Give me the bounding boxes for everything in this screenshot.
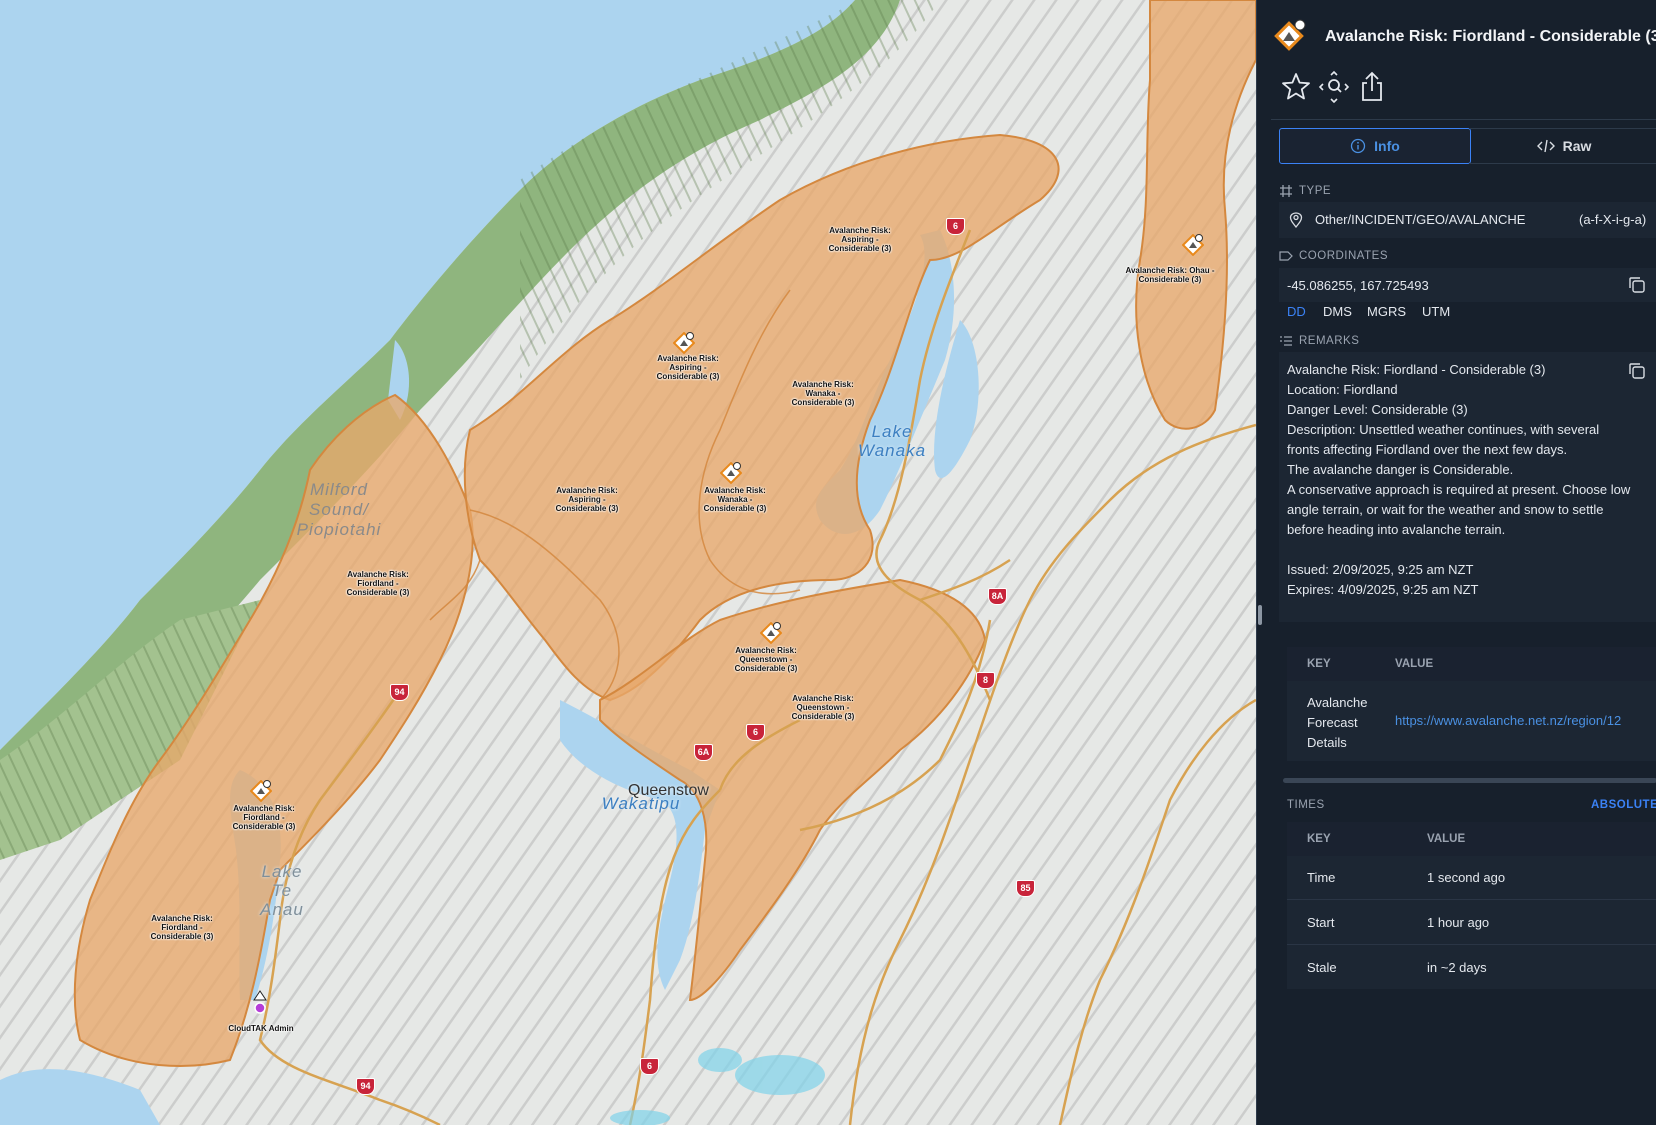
remark-line: Expires: 4/09/2025, 9:25 am NZT <box>1287 582 1479 597</box>
map-town-label: Queenstow <box>628 782 709 799</box>
panel-tabs: Info Raw <box>1279 128 1656 164</box>
region-label[interactable]: Avalanche Risk: Aspiring - Considerable … <box>547 486 627 513</box>
coordinates-field[interactable]: -45.086255, 167.725493 <box>1279 268 1656 302</box>
remarks-box: Avalanche Risk: Fiordland - Considerable… <box>1279 352 1656 622</box>
highway-shield: 8 <box>976 672 995 689</box>
map-base <box>0 0 1256 1125</box>
remark-line: before heading into avalanche terrain. <box>1287 522 1506 537</box>
row-divider <box>1287 899 1656 900</box>
user-location-icon[interactable] <box>252 990 268 1016</box>
remark-line: The avalanche danger is Considerable. <box>1287 462 1514 477</box>
highway-shield: 6 <box>746 724 765 741</box>
remark-line: Issued: 2/09/2025, 9:25 am NZT <box>1287 562 1474 577</box>
avalanche-marker-icon[interactable] <box>250 780 272 802</box>
feature-details-panel: Avalanche Risk: Fiordland - Considerable… <box>1256 0 1656 1125</box>
time-value: 1 second ago <box>1427 870 1506 885</box>
time-key: Time <box>1307 870 1336 885</box>
hash-icon <box>1280 185 1292 197</box>
remark-line: Avalanche Risk: Fiordland - Considerable… <box>1287 362 1546 377</box>
format-mgrs[interactable]: MGRS <box>1367 304 1406 319</box>
time-key: Stale <box>1307 960 1337 975</box>
code-icon <box>1536 139 1555 153</box>
region-label[interactable]: Avalanche Risk: Queenstown - Considerabl… <box>726 646 806 673</box>
remark-line: Danger Level: Considerable (3) <box>1287 402 1468 417</box>
details-table-header: KEY VALUE <box>1287 647 1656 681</box>
copy-icon[interactable] <box>1627 361 1647 381</box>
copy-icon[interactable] <box>1627 275 1647 295</box>
row-divider <box>1287 944 1656 945</box>
format-dms[interactable]: DMS <box>1323 304 1352 319</box>
region-label[interactable]: Avalanche Risk: Fiordland - Considerable… <box>224 804 304 831</box>
avalanche-marker-icon[interactable] <box>673 332 695 354</box>
avalanche-type-icon <box>1274 19 1306 51</box>
horizontal-scrollbar[interactable] <box>1283 778 1656 783</box>
avalanche-marker-icon[interactable] <box>760 622 782 644</box>
region-label[interactable]: Avalanche Risk: Fiordland - Considerable… <box>142 914 222 941</box>
type-value: Other/INCIDENT/GEO/AVALANCHE <box>1315 212 1526 227</box>
time-key: Start <box>1307 915 1335 930</box>
tab-raw[interactable]: Raw <box>1469 128 1656 164</box>
remark-line: fronts affecting Fiordland over the next… <box>1287 442 1568 457</box>
region-label[interactable]: Avalanche Risk: Wanaka - Considerable (3… <box>695 486 775 513</box>
region-label[interactable]: Avalanche Risk: Fiordland - Considerable… <box>338 570 418 597</box>
remark-line: A conservative approach is required at p… <box>1287 482 1631 497</box>
highway-shield: 6 <box>640 1058 659 1075</box>
panel-header: Avalanche Risk: Fiordland - Considerable… <box>1271 18 1656 58</box>
region-label[interactable]: Avalanche Risk: Ohau - Considerable (3) <box>1124 266 1216 284</box>
times-table-header: KEY VALUE <box>1287 822 1656 856</box>
format-utm[interactable]: UTM <box>1422 304 1450 319</box>
type-code: (a-f-X-i-g-a) <box>1579 212 1647 227</box>
details-table: KEY VALUE Avalanche Forecast Details htt… <box>1287 647 1656 761</box>
type-section-label: TYPE <box>1279 184 1331 198</box>
highway-shield: 94 <box>390 684 409 701</box>
highway-shield: 6A <box>694 744 713 761</box>
details-key: Avalanche Forecast Details <box>1307 695 1368 750</box>
coordinates-value: -45.086255, 167.725493 <box>1287 278 1429 293</box>
highway-shield: 8A <box>988 588 1007 605</box>
region-label[interactable]: Avalanche Risk: Aspiring - Considerable … <box>648 354 728 381</box>
avalanche-marker-icon[interactable] <box>720 462 742 484</box>
region-label[interactable]: Avalanche Risk: Wanaka - Considerable (3… <box>783 380 863 407</box>
panel-title: Avalanche Risk: Fiordland - Considerable… <box>1325 28 1656 45</box>
highway-shield: 85 <box>1016 880 1035 897</box>
region-label[interactable]: Avalanche Risk: Queenstown - Considerabl… <box>783 694 863 721</box>
share-icon[interactable] <box>1355 70 1389 104</box>
map-terrain-label: Milford Sound/ Piopiotahi <box>296 480 382 539</box>
user-marker-label: CloudTAK Admin <box>228 1024 294 1033</box>
remark-line: Location: Fiordland <box>1287 382 1398 397</box>
highway-shield: 6 <box>946 218 965 235</box>
times-mode-toggle[interactable]: ABSOLUTE <box>1591 799 1656 811</box>
map-water-label: Lake Te Anau <box>260 862 304 919</box>
type-field: Other/INCIDENT/GEO/AVALANCHE (a-f-X-i-g-… <box>1279 202 1656 238</box>
remark-line: angle terrain, or wait for the weather a… <box>1287 502 1604 517</box>
highway-shield: 94 <box>356 1078 375 1095</box>
region-label[interactable]: Avalanche Risk: Aspiring - Considerable … <box>820 226 900 253</box>
remarks-section-label: REMARKS <box>1279 335 1359 347</box>
tab-info-label: Info <box>1374 138 1400 154</box>
list-icon <box>1280 336 1292 346</box>
times-section-label: TIMES <box>1287 799 1325 811</box>
avalanche-marker-icon[interactable] <box>1182 234 1204 256</box>
tab-info[interactable]: Info <box>1279 128 1471 164</box>
map-canvas[interactable]: Lake Wanaka Wakatipu Lake Te Anau Milfor… <box>0 0 1256 1125</box>
coordinates-section-label: COORDINATES <box>1279 250 1388 262</box>
location-pin-icon <box>1289 212 1303 228</box>
remark-line: Description: Unsettled weather continues… <box>1287 422 1600 437</box>
panel-resize-handle[interactable] <box>1258 605 1262 625</box>
tag-icon <box>1279 251 1293 261</box>
star-icon[interactable] <box>1279 70 1313 104</box>
times-table: KEY VALUE Time 1 second ago Start 1 hour… <box>1287 822 1656 989</box>
zoom-to-icon[interactable] <box>1317 70 1351 104</box>
format-dd[interactable]: DD <box>1287 304 1306 319</box>
panel-divider <box>1271 119 1656 120</box>
time-value: 1 hour ago <box>1427 915 1490 930</box>
info-icon <box>1351 138 1366 154</box>
map-water-label: Lake Wanaka <box>857 422 927 460</box>
time-value: in ~2 days <box>1427 960 1487 975</box>
forecast-link[interactable]: https://www.avalanche.net.nz/region/12 <box>1395 713 1621 728</box>
tab-raw-label: Raw <box>1562 138 1592 154</box>
